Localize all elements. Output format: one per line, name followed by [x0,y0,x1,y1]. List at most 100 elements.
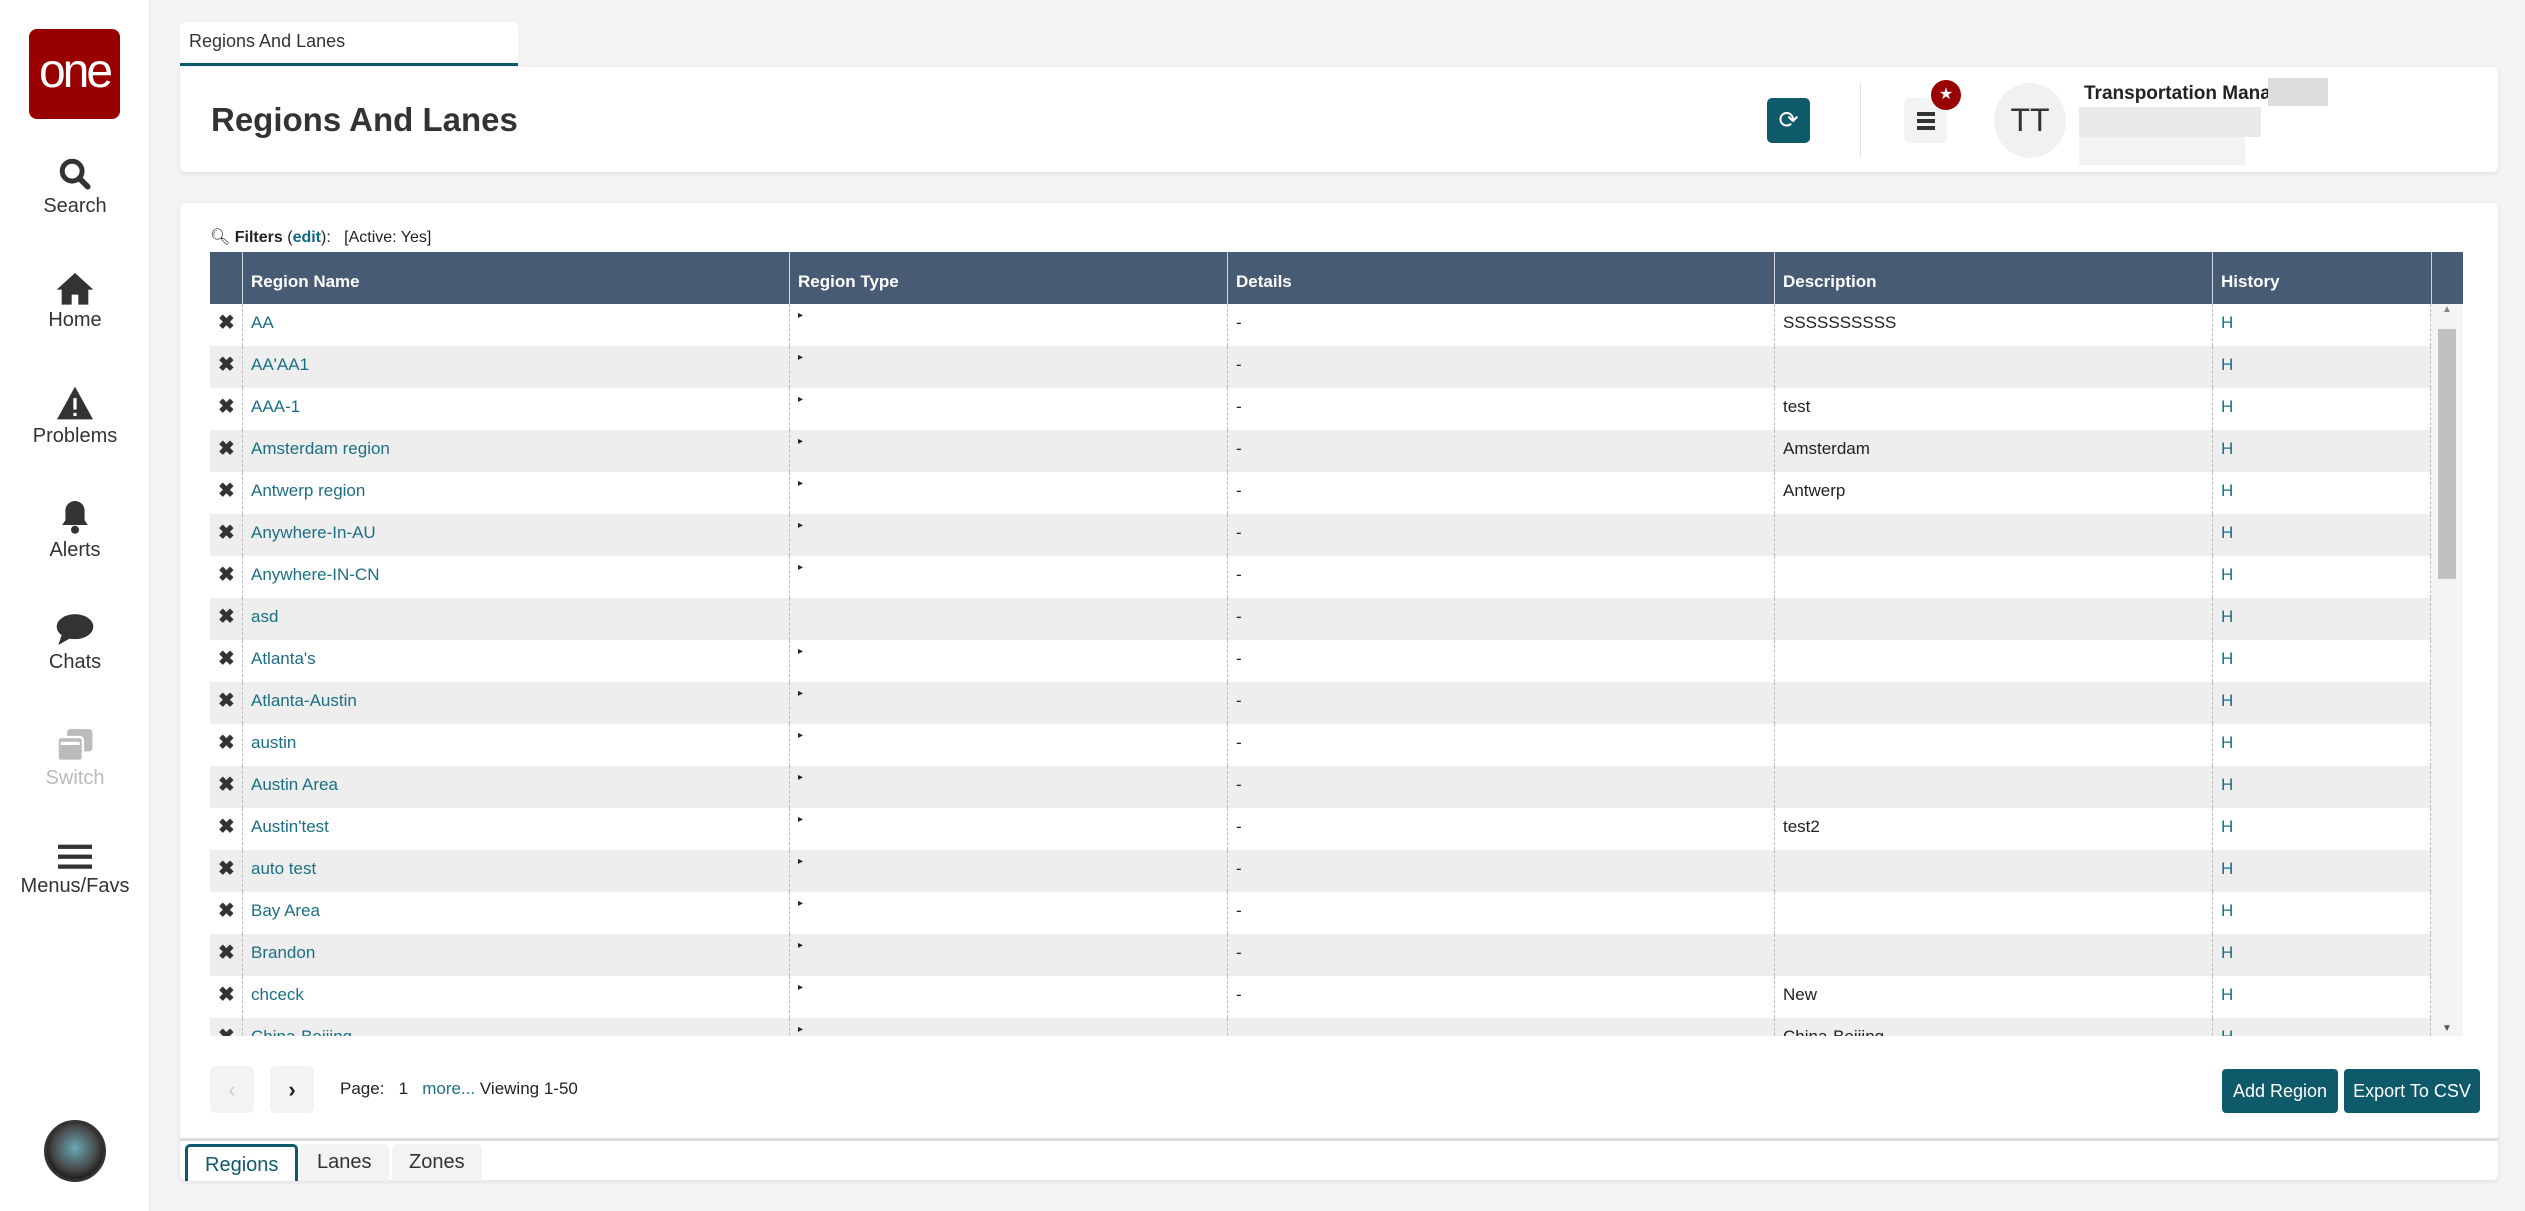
delete-icon[interactable]: ✖ [210,514,242,556]
delete-icon[interactable]: ✖ [210,850,242,892]
region-type-expand-icon[interactable]: ▸ [789,514,1227,556]
history-link[interactable]: H [2212,976,2431,1018]
sidebar-item-alerts[interactable]: Alerts [0,499,150,562]
region-name-link[interactable]: asd [242,598,789,640]
region-name-link[interactable]: Bay Area [242,892,789,934]
one-logo[interactable]: one [29,29,120,119]
more-pages-link[interactable]: more... [422,1079,475,1098]
filters-edit-link[interactable]: edit [293,229,321,246]
tab-lanes[interactable]: Lanes [300,1144,389,1181]
prev-page-button[interactable]: ‹ [210,1066,254,1113]
col-description[interactable]: Description [1774,252,2212,304]
sidebar-item-menusfavs[interactable]: Menus/Favs [0,841,150,898]
col-details[interactable]: Details [1227,252,1774,304]
region-type-expand-icon[interactable]: ▸ [789,556,1227,598]
col-history[interactable]: History [2212,252,2431,304]
region-name-link[interactable]: Antwerp region [242,472,789,514]
tab-regions[interactable]: Regions [185,1144,299,1181]
region-type-expand-icon[interactable]: ▸ [789,430,1227,472]
scroll-down-icon[interactable]: ▼ [2431,1023,2463,1034]
sidebar-item-problems[interactable]: Problems [0,385,150,448]
sidebar-item-home[interactable]: Home [0,271,150,332]
region-name-link[interactable]: China-Beijing [242,1018,789,1036]
sidebar-item-switch[interactable]: Switch [0,727,150,790]
region-name-link[interactable]: Atlanta's [242,640,789,682]
delete-icon[interactable]: ✖ [210,304,242,346]
history-link[interactable]: H [2212,514,2431,556]
add-region-button[interactable]: Add Region [2222,1069,2338,1113]
assistant-avatar[interactable] [44,1120,106,1182]
region-name-link[interactable]: Atlanta-Austin [242,682,789,724]
history-link[interactable]: H [2212,682,2431,724]
delete-icon[interactable]: ✖ [210,430,242,472]
history-link[interactable]: H [2212,388,2431,430]
region-name-link[interactable]: Anywhere-In-AU [242,514,789,556]
sidebar-item-chats[interactable]: Chats [0,613,150,674]
history-link[interactable]: H [2212,346,2431,388]
col-region-type[interactable]: Region Type [789,252,1227,304]
history-link[interactable]: H [2212,556,2431,598]
delete-icon[interactable]: ✖ [210,766,242,808]
col-region-name[interactable]: Region Name [242,252,789,304]
region-type-expand-icon[interactable]: ▸ [789,808,1227,850]
scrollbar[interactable]: ▲ ▼ [2431,304,2463,1036]
tab-regions-and-lanes[interactable]: Regions And Lanes [180,22,518,66]
region-type-expand-icon[interactable]: ▸ [789,388,1227,430]
export-csv-button[interactable]: Export To CSV [2344,1069,2480,1113]
delete-icon[interactable]: ✖ [210,472,242,514]
delete-icon[interactable]: ✖ [210,934,242,976]
region-type-expand-icon[interactable]: ▸ [789,850,1227,892]
avatar[interactable]: TT [1994,83,2066,158]
history-link[interactable]: H [2212,430,2431,472]
delete-icon[interactable]: ✖ [210,808,242,850]
region-type-expand-icon[interactable]: ▸ [789,934,1227,976]
region-name-link[interactable]: austin [242,724,789,766]
history-link[interactable]: H [2212,304,2431,346]
region-type-expand-icon[interactable]: ▸ [789,724,1227,766]
region-type-expand-icon[interactable]: ▸ [789,682,1227,724]
region-type-expand-icon[interactable]: ▸ [789,766,1227,808]
region-type-expand-icon[interactable]: ▸ [789,472,1227,514]
history-link[interactable]: H [2212,850,2431,892]
region-name-link[interactable]: Austin Area [242,766,789,808]
region-type-expand-icon[interactable]: ▸ [789,1018,1227,1036]
scroll-up-icon[interactable]: ▲ [2431,304,2463,315]
sidebar-item-search[interactable]: Search [0,157,150,218]
region-type-expand-icon[interactable]: ▸ [789,892,1227,934]
delete-icon[interactable]: ✖ [210,724,242,766]
region-type-expand-icon[interactable] [789,598,1227,640]
delete-icon[interactable]: ✖ [210,388,242,430]
region-name-link[interactable]: AAA-1 [242,388,789,430]
region-name-link[interactable]: Anywhere-IN-CN [242,556,789,598]
region-name-link[interactable]: chceck [242,976,789,1018]
delete-icon[interactable]: ✖ [210,682,242,724]
delete-icon[interactable]: ✖ [210,976,242,1018]
history-link[interactable]: H [2212,640,2431,682]
refresh-button[interactable]: ⟳ [1767,98,1810,143]
history-link[interactable]: H [2212,724,2431,766]
delete-icon[interactable]: ✖ [210,556,242,598]
tab-zones[interactable]: Zones [392,1144,482,1181]
region-name-link[interactable]: Brandon [242,934,789,976]
delete-icon[interactable]: ✖ [210,346,242,388]
region-type-expand-icon[interactable]: ▸ [789,640,1227,682]
history-link[interactable]: H [2212,934,2431,976]
next-page-button[interactable]: › [270,1066,314,1113]
history-link[interactable]: H [2212,892,2431,934]
region-type-expand-icon[interactable]: ▸ [789,304,1227,346]
history-link[interactable]: H [2212,472,2431,514]
region-type-expand-icon[interactable]: ▸ [789,346,1227,388]
region-name-link[interactable]: Amsterdam region [242,430,789,472]
delete-icon[interactable]: ✖ [210,640,242,682]
scrollbar-thumb[interactable] [2438,329,2456,579]
region-name-link[interactable]: auto test [242,850,789,892]
delete-icon[interactable]: ✖ [210,892,242,934]
history-link[interactable]: H [2212,808,2431,850]
history-link[interactable]: H [2212,598,2431,640]
history-link[interactable]: H [2212,1018,2431,1036]
delete-icon[interactable]: ✖ [210,598,242,640]
delete-icon[interactable]: ✖ [210,1018,242,1036]
region-name-link[interactable]: AA [242,304,789,346]
region-name-link[interactable]: AA'AA1 [242,346,789,388]
region-name-link[interactable]: Austin'test [242,808,789,850]
